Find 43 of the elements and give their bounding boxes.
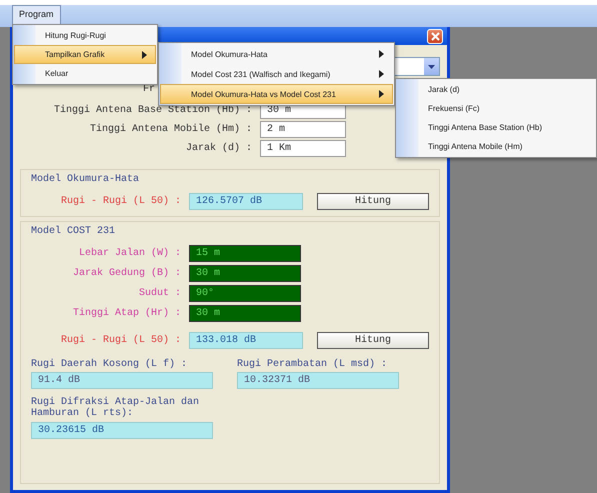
result-label: Rugi - Rugi (L 50) :: [60, 335, 181, 346]
submenu-arrow-icon: [142, 50, 147, 58]
result-label: Rugi Daerah Kosong (L f) :: [31, 359, 188, 370]
menu-item[interactable]: Hitung Rugi-Rugi: [14, 26, 156, 45]
calculate-button[interactable]: Hitung: [317, 332, 429, 349]
field-label: Lebar Jalan (W) :: [78, 248, 181, 259]
field-label: Tinggi Antena Mobile (Hm) :: [88, 124, 252, 135]
submenu-arrow-icon: [379, 90, 384, 98]
dropdown-arrow-icon: [428, 64, 435, 68]
result-field: 10.32371 dB: [237, 372, 399, 389]
field-label: Jarak (d) :: [184, 143, 252, 154]
result-field: 133.018 dB: [189, 332, 303, 349]
input-field[interactable]: 15 m: [189, 245, 301, 262]
menu-item[interactable]: Tinggi Antena Base Station (Hb): [397, 118, 595, 137]
close-button[interactable]: [427, 28, 443, 44]
menu-item[interactable]: Tinggi Antena Mobile (Hm): [397, 137, 595, 156]
calculate-button[interactable]: Hitung: [317, 193, 429, 210]
result-label: Rugi Perambatan (L msd) :: [237, 359, 388, 370]
result-label: Rugi Difraksi Atap-Jalan dan Hamburan (L rts):: [31, 397, 200, 419]
input-field[interactable]: 90°: [189, 285, 301, 302]
result-label: Rugi - Rugi (L 50) :: [60, 196, 181, 207]
input-field[interactable]: 2 m: [260, 121, 346, 138]
field-label: Tinggi Atap (Hr) :: [72, 308, 181, 319]
menu-item[interactable]: Keluar: [14, 64, 156, 83]
result-field: 30.23615 dB: [31, 422, 213, 439]
submenu-arrow-icon: [379, 50, 384, 58]
group-title: Model COST 231: [31, 226, 116, 237]
menu-item[interactable]: Tampilkan Grafik: [14, 45, 156, 64]
input-field[interactable]: 30 m: [189, 305, 301, 322]
result-field: 91.4 dB: [31, 372, 213, 389]
result-field: 126.5707 dB: [189, 193, 303, 210]
menu-item[interactable]: Model Okumura-Hata vs Model Cost 231: [160, 84, 393, 104]
group-title: Model Okumura-Hata: [31, 174, 140, 185]
submenu-arrow-icon: [379, 70, 384, 78]
field-label: Sudut :: [138, 288, 181, 299]
input-field[interactable]: 1 Km: [260, 140, 346, 157]
field-label: Jarak Gedung (B) :: [72, 268, 181, 279]
menu-item[interactable]: Model Okumura-Hata: [160, 44, 393, 64]
close-icon: [430, 32, 440, 40]
menu-item[interactable]: Jarak (d): [397, 80, 595, 99]
menu-item[interactable]: Model Cost 231 (Walfisch and Ikegami): [160, 64, 393, 84]
input-field[interactable]: 30 m: [189, 265, 301, 282]
menu-item[interactable]: Frekuensi (Fc): [397, 99, 595, 118]
